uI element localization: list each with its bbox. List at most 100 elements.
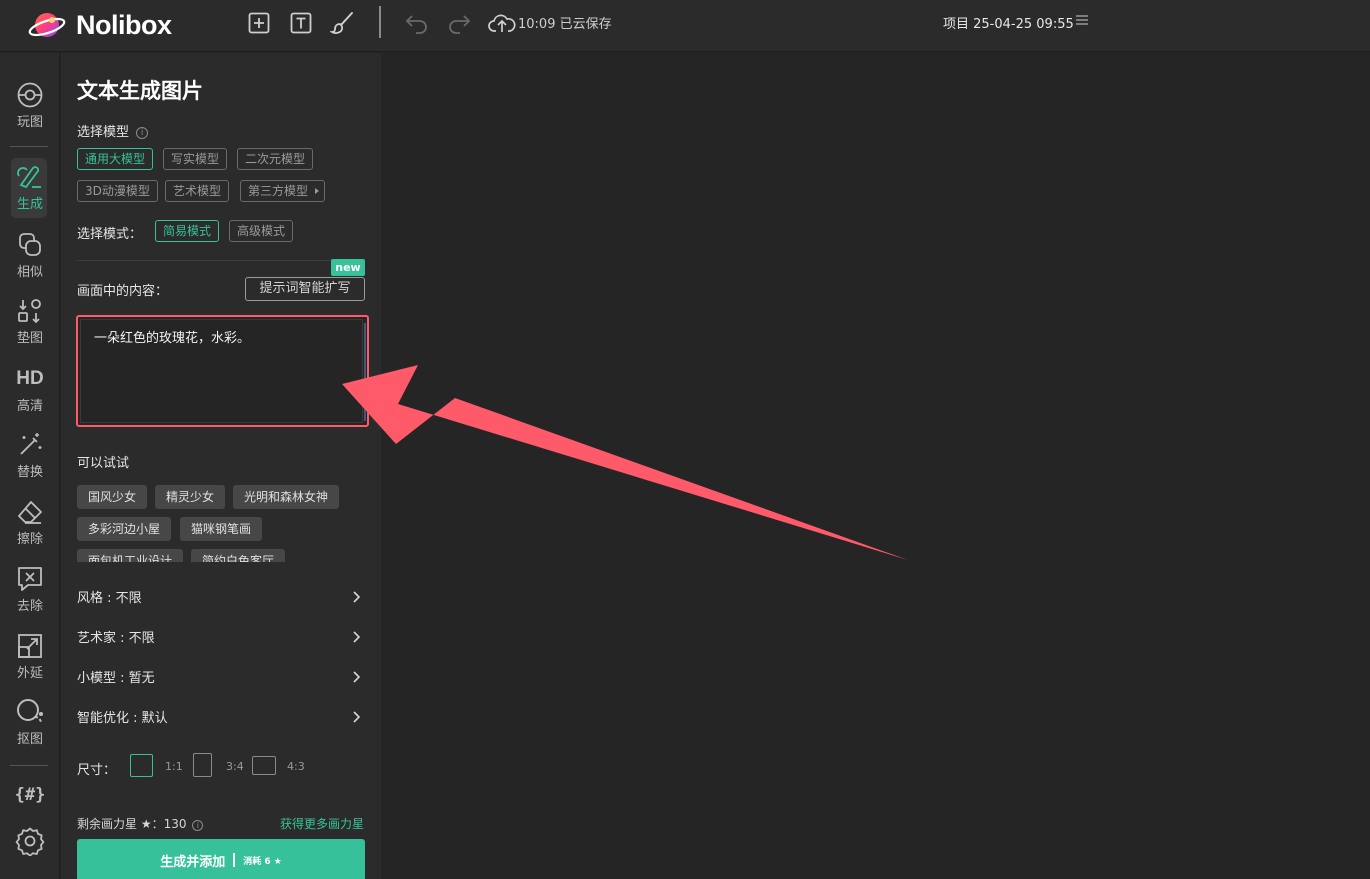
info-icon[interactable]: i xyxy=(192,820,204,831)
cutout-icon xyxy=(15,697,45,727)
prompt-expand-button[interactable]: 提示词智能扩写 xyxy=(245,277,365,301)
chevron-right-icon xyxy=(353,671,361,683)
mode-tag-simple[interactable]: 简易模式 xyxy=(155,220,220,242)
app-name: Nolibox xyxy=(76,9,172,40)
get-more-credits-link[interactable]: 获得更多画力星 xyxy=(280,815,364,832)
expand-icon xyxy=(15,631,45,661)
prompt-scrollbar[interactable] xyxy=(364,323,366,421)
suggestion-chip[interactable]: 国风少女 xyxy=(77,485,148,509)
tool-rail: 玩图 生成 相似 垫图 HD 高清 替换 擦除 去除 外延 抠图 {#} xyxy=(0,53,60,879)
option-style[interactable]: 风格 : 不限 xyxy=(77,587,361,611)
mode-tag-advanced[interactable]: 高级模式 xyxy=(229,220,294,242)
ratio-label: 3:4 xyxy=(226,760,244,773)
caret-right-icon xyxy=(315,188,320,194)
suggestion-chip[interactable]: 精灵少女 xyxy=(155,485,226,509)
rail-label: 替换 xyxy=(16,465,43,480)
credits-remaining: 剩余画力星 ★：130 i xyxy=(77,815,204,832)
undo-icon[interactable] xyxy=(403,9,431,37)
suggestion-chip[interactable]: 光明和森林女神 xyxy=(233,485,340,509)
rail-item-reference[interactable]: 垫图 xyxy=(0,296,60,346)
section-divider xyxy=(77,260,365,261)
add-frame-icon[interactable] xyxy=(245,9,273,37)
option-label: 艺术家 : 不限 xyxy=(77,631,155,646)
text-tool-icon[interactable] xyxy=(287,9,315,37)
hd-icon: HD xyxy=(16,368,44,389)
option-artist[interactable]: 艺术家 : 不限 xyxy=(77,627,361,651)
suggestion-chip[interactable]: 简约白色客厅 xyxy=(191,549,286,562)
chevron-right-icon xyxy=(353,591,361,603)
rail-label: 高清 xyxy=(16,399,43,414)
model-tag-general[interactable]: 通用大模型 xyxy=(77,148,154,170)
toolbar-divider xyxy=(379,6,381,38)
magic-wand-icon xyxy=(15,430,45,460)
suggestion-list: 国风少女 精灵少女 光明和森林女神 多彩河边小屋 猫咪钢笔画 面包机工业设计 简… xyxy=(77,483,367,562)
model-label: 选择模型 xyxy=(77,125,130,140)
option-small-model[interactable]: 小模型 : 暂无 xyxy=(77,667,361,691)
cloud-upload-icon xyxy=(487,9,517,37)
generation-panel: 文本生成图片 选择模型 i 通用大模型 写实模型 二次元模型 3D动漫模型 艺术… xyxy=(61,53,381,879)
menu-icon[interactable] xyxy=(1074,12,1094,32)
rail-divider xyxy=(10,765,48,766)
ratio-4-3-button[interactable] xyxy=(252,756,276,775)
ratio-label: 4:3 xyxy=(287,760,305,773)
rail-label: 外延 xyxy=(16,666,43,681)
rail-item-cutout[interactable]: 抠图 xyxy=(0,697,60,747)
generate-label: 生成并添加 xyxy=(160,854,226,870)
model-tag-art[interactable]: 艺术模型 xyxy=(165,180,230,202)
ratio-3-4-button[interactable] xyxy=(193,753,212,777)
rail-item-outpaint[interactable]: 外延 xyxy=(0,631,60,681)
eraser-icon xyxy=(15,497,45,527)
content-label: 画面中的内容： xyxy=(77,284,169,299)
model-tag-anime[interactable]: 二次元模型 xyxy=(237,148,314,170)
size-label: 尺寸： xyxy=(77,763,117,778)
ratio-1-1-button[interactable] xyxy=(130,754,153,777)
new-badge: new xyxy=(331,259,365,276)
rail-label: 抠图 xyxy=(16,732,43,747)
project-name[interactable]: 项目 25-04-25 09:55 xyxy=(943,13,1074,32)
model-tag-label: 第三方模型 xyxy=(248,184,309,198)
rail-label: 生成 xyxy=(16,197,43,212)
rail-label: 相似 xyxy=(16,265,43,280)
rail-item-replace[interactable]: 替换 xyxy=(0,430,60,480)
option-label: 风格 : 不限 xyxy=(77,591,142,606)
panel-title: 文本生成图片 xyxy=(77,79,203,103)
suggestion-chip[interactable]: 多彩河边小屋 xyxy=(77,517,172,541)
rail-item-generate[interactable]: 生成 xyxy=(0,158,60,218)
generate-cost: 消耗 6 ★ xyxy=(243,856,282,867)
option-label: 智能优化 : 默认 xyxy=(77,711,168,726)
suggestion-chip[interactable]: 猫咪钢笔画 xyxy=(180,517,263,541)
model-tag-realistic[interactable]: 写实模型 xyxy=(163,148,228,170)
try-label: 可以试试 xyxy=(77,456,130,471)
rail-label: 去除 xyxy=(16,599,43,614)
rail-item-hashtag[interactable]: {#} xyxy=(0,780,60,810)
remove-icon xyxy=(15,564,45,594)
redo-icon[interactable] xyxy=(445,9,473,37)
swap-icon xyxy=(15,296,45,326)
option-optimize[interactable]: 智能优化 : 默认 xyxy=(77,707,361,731)
model-section: 选择模型 i xyxy=(77,121,149,140)
app-logo[interactable]: Nolibox xyxy=(28,6,172,44)
rail-item-play[interactable]: 玩图 xyxy=(0,80,60,130)
prompt-text: 一朵红色的玫瑰花，水彩。 xyxy=(94,331,251,346)
rail-item-similar[interactable]: 相似 xyxy=(0,230,60,280)
suggestion-chip[interactable]: 面包机工业设计 xyxy=(77,549,184,562)
top-bar: Nolibox 10:09 已云保存 项目 25-04-25 09:55 xyxy=(0,0,1370,52)
chevron-right-icon xyxy=(353,711,361,723)
rail-item-remove[interactable]: 去除 xyxy=(0,564,60,614)
info-icon[interactable]: i xyxy=(136,127,149,139)
generate-button[interactable]: 生成并添加 消耗 6 ★ xyxy=(77,839,365,879)
palette-icon xyxy=(15,80,45,110)
rail-item-erase[interactable]: 擦除 xyxy=(0,497,60,547)
prompt-input[interactable]: 一朵红色的玫瑰花，水彩。 xyxy=(76,315,369,427)
rail-item-hd[interactable]: HD 高清 xyxy=(0,364,60,414)
logo-icon xyxy=(28,6,66,44)
model-tag-3d-anime[interactable]: 3D动漫模型 xyxy=(77,180,158,202)
canvas-area[interactable] xyxy=(382,53,1370,879)
rail-item-settings[interactable] xyxy=(0,826,60,856)
brush-tool-icon[interactable] xyxy=(329,9,357,37)
rail-label: 擦除 xyxy=(16,532,43,547)
hashtag-icon: {#} xyxy=(14,785,46,805)
option-label: 小模型 : 暂无 xyxy=(77,671,155,686)
chevron-right-icon xyxy=(353,631,361,643)
model-tag-third-party[interactable]: 第三方模型 xyxy=(240,180,326,202)
